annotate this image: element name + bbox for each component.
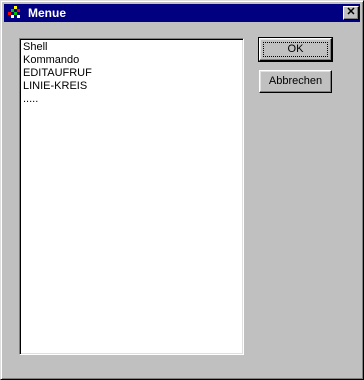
cancel-button[interactable]: Abbrechen (259, 70, 332, 93)
list-item[interactable]: ..... (23, 93, 240, 106)
window-title: Menue (28, 6, 67, 20)
title-bar[interactable]: Menue ✕ (4, 4, 360, 22)
ok-button-label: OK (263, 42, 328, 57)
app-icon[interactable] (7, 5, 23, 21)
list-item[interactable]: EDITAUFRUF (23, 67, 240, 80)
close-icon: ✕ (346, 6, 356, 18)
list-item[interactable]: LINIE-KREIS (23, 80, 240, 93)
close-button[interactable]: ✕ (343, 6, 359, 20)
menu-listbox[interactable]: Shell Kommando EDITAUFRUF LINIE-KREIS..... (19, 38, 244, 355)
ok-button[interactable]: OK (258, 37, 333, 62)
list-item[interactable]: Kommando (23, 54, 240, 67)
dialog-window: Menue ✕ Shell Kommando EDITAUFRUF LINIE-KRE… (0, 0, 364, 380)
list-item[interactable]: Shell (23, 41, 240, 54)
